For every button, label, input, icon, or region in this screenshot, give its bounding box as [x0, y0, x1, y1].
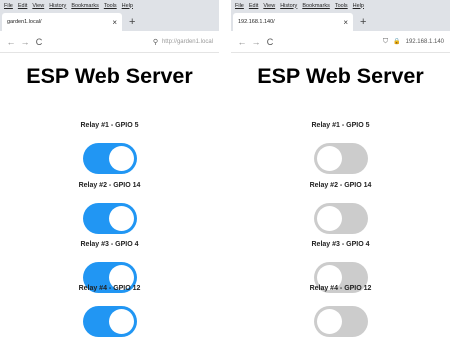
tab-garden1[interactable]: garden1.local/ × — [2, 13, 122, 31]
relay-1: Relay #1 - GPIO 5 — [0, 121, 219, 174]
relay-label: Relay #4 - GPIO 12 — [309, 285, 372, 292]
search-icon: ⚲ — [152, 38, 158, 46]
back-icon[interactable]: ← — [235, 37, 249, 47]
tab-title: garden1.local/ — [7, 19, 42, 25]
relay-label: Relay #1 - GPIO 5 — [311, 122, 370, 129]
reload-icon[interactable]: C — [32, 37, 46, 47]
page-content: ESP Web Server — [0, 53, 219, 91]
menu-history[interactable]: History — [49, 3, 66, 9]
tab-bar: garden1.local/ × + — [0, 11, 219, 31]
menu-file[interactable]: File — [235, 3, 244, 9]
lock-icon[interactable]: 🔒 — [393, 38, 400, 45]
toggle-knob — [108, 309, 134, 334]
new-tab-icon[interactable]: + — [360, 16, 366, 28]
page-title: ESP Web Server — [257, 64, 424, 88]
tab-bar: 192.168.1.140/ × + — [231, 11, 450, 31]
toggle-knob — [108, 146, 134, 171]
relay-1-toggle[interactable] — [313, 143, 368, 174]
relay-label: Relay #3 - GPIO 4 — [311, 241, 370, 248]
new-tab-icon[interactable]: + — [129, 16, 135, 28]
url-input[interactable]: http://garden1.local — [162, 39, 213, 45]
close-icon[interactable]: × — [343, 18, 348, 27]
relay-label: Relay #1 - GPIO 5 — [80, 122, 139, 129]
relay-4-toggle[interactable] — [313, 306, 368, 337]
relay-label: Relay #2 - GPIO 14 — [309, 182, 372, 189]
screenshot: File Edit View History Bookmarks Tools H… — [0, 0, 450, 337]
browser-window-right: File Edit View History Bookmarks Tools H… — [231, 0, 450, 337]
toggle-knob — [316, 146, 342, 171]
toggle-knob — [316, 309, 342, 334]
menu-edit[interactable]: Edit — [249, 3, 258, 9]
menu-help[interactable]: Help — [122, 3, 133, 9]
menu-bar: File Edit View History Bookmarks Tools H… — [231, 0, 450, 11]
relay-label: Relay #3 - GPIO 4 — [80, 241, 139, 248]
tab-ip[interactable]: 192.168.1.140/ × — [233, 13, 353, 31]
relay-2: Relay #2 - GPIO 14 — [231, 181, 450, 234]
reload-icon[interactable]: C — [263, 37, 277, 47]
relay-label: Relay #4 - GPIO 12 — [78, 285, 141, 292]
relay-1-toggle[interactable] — [82, 143, 137, 174]
menu-history[interactable]: History — [280, 3, 297, 9]
url-input[interactable]: 192.168.1.140 — [406, 39, 444, 45]
tab-title: 192.168.1.140/ — [238, 19, 275, 25]
forward-icon[interactable]: → — [249, 37, 263, 47]
relay-4: Relay #4 - GPIO 12 — [0, 284, 219, 337]
relay-4-toggle[interactable] — [82, 306, 137, 337]
menu-bookmarks[interactable]: Bookmarks — [71, 3, 99, 9]
menu-file[interactable]: File — [4, 3, 13, 9]
page-title: ESP Web Server — [26, 64, 193, 88]
close-icon[interactable]: × — [112, 18, 117, 27]
nav-bar: ← → C ⛉ 🔒 192.168.1.140 — [231, 31, 450, 53]
menu-tools[interactable]: Tools — [104, 3, 117, 9]
relay-2-toggle[interactable] — [82, 203, 137, 234]
menu-edit[interactable]: Edit — [18, 3, 27, 9]
relay-label: Relay #2 - GPIO 14 — [78, 182, 141, 189]
page-content: ESP Web Server — [231, 53, 450, 91]
browser-window-left: File Edit View History Bookmarks Tools H… — [0, 0, 219, 337]
relay-1: Relay #1 - GPIO 5 — [231, 121, 450, 174]
menu-view[interactable]: View — [32, 3, 44, 9]
menu-help[interactable]: Help — [353, 3, 364, 9]
toggle-knob — [316, 206, 342, 231]
shield-icon[interactable]: ⛉ — [383, 38, 388, 46]
url-bar[interactable]: ⛉ 🔒 192.168.1.140 — [277, 38, 446, 46]
menu-tools[interactable]: Tools — [335, 3, 348, 9]
url-bar[interactable]: ⚲ http://garden1.local — [46, 38, 215, 46]
back-icon[interactable]: ← — [4, 37, 18, 47]
nav-bar: ← → C ⚲ http://garden1.local — [0, 31, 219, 53]
relay-2: Relay #2 - GPIO 14 — [0, 181, 219, 234]
relay-4: Relay #4 - GPIO 12 — [231, 284, 450, 337]
forward-icon[interactable]: → — [18, 37, 32, 47]
menu-bar: File Edit View History Bookmarks Tools H… — [0, 0, 219, 11]
menu-view[interactable]: View — [263, 3, 275, 9]
toggle-knob — [108, 206, 134, 231]
menu-bookmarks[interactable]: Bookmarks — [302, 3, 330, 9]
relay-2-toggle[interactable] — [313, 203, 368, 234]
